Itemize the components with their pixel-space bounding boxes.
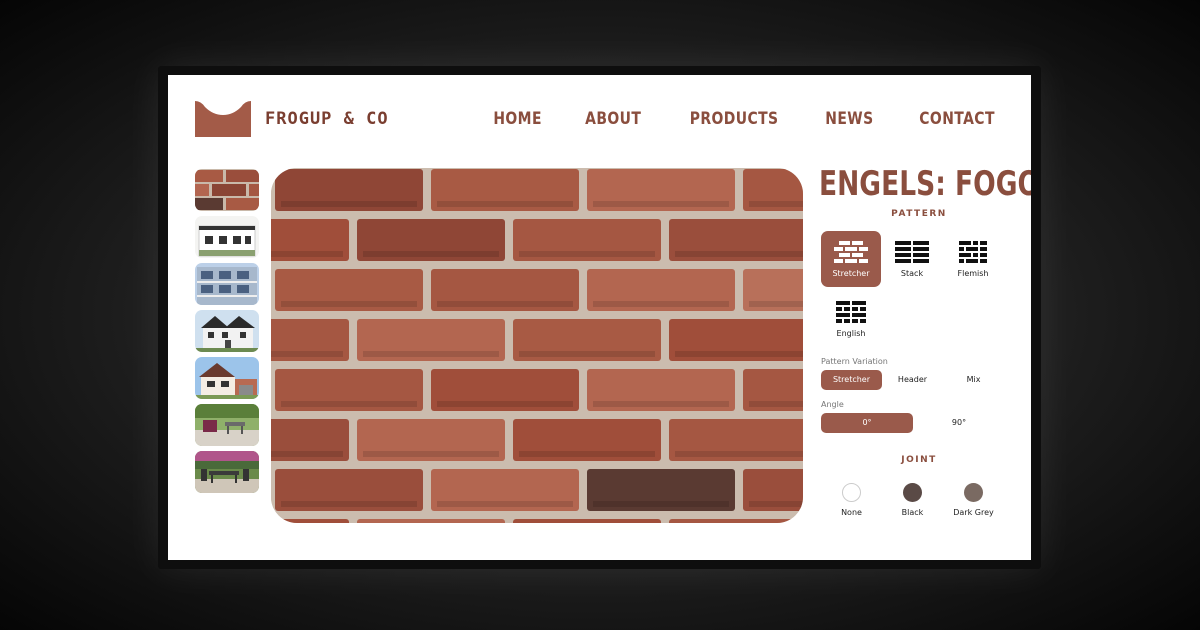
flemish-pattern-icon bbox=[959, 240, 987, 263]
nav-products[interactable]: PRODUCTS bbox=[689, 109, 778, 129]
stack-pattern-icon bbox=[895, 240, 929, 263]
brick-shadow bbox=[281, 501, 417, 507]
brick-shadow bbox=[437, 501, 573, 507]
angle-options: 0° 90° bbox=[821, 413, 1019, 433]
pattern-variation-label: Pattern Variation bbox=[821, 357, 888, 366]
brick-shadow bbox=[675, 351, 803, 357]
brick-shadow bbox=[675, 251, 803, 257]
variation-stretcher-button[interactable]: Stretcher bbox=[821, 370, 882, 390]
variation-header-button[interactable]: Header bbox=[882, 370, 943, 390]
brick-shadow bbox=[363, 251, 499, 257]
brick bbox=[357, 519, 505, 523]
angle-label: Angle bbox=[821, 400, 844, 409]
joint-options: None Black Dark Grey bbox=[821, 483, 1019, 517]
brick-shadow bbox=[437, 301, 573, 307]
joint-dark-grey-swatch bbox=[964, 483, 983, 502]
brick-shadow bbox=[593, 401, 729, 407]
pattern-stack-button[interactable]: Stack bbox=[882, 231, 942, 287]
product-title: ENGELS: FOGO bbox=[819, 164, 1031, 204]
joint-black-label: Black bbox=[901, 508, 924, 517]
brick-shadow bbox=[519, 351, 655, 357]
brick-shadow bbox=[363, 351, 499, 357]
thumbnail-apartment-block[interactable] bbox=[195, 263, 259, 305]
brand-logo[interactable]: FROGUP & CO bbox=[195, 101, 389, 137]
brick-shadow bbox=[281, 201, 417, 207]
pattern-flemish-button[interactable]: Flemish bbox=[943, 231, 1003, 287]
pattern-flemish-label: Flemish bbox=[957, 268, 989, 278]
brick-preview-image bbox=[271, 168, 803, 523]
brick-shadow bbox=[363, 451, 499, 457]
brick-shadow bbox=[519, 451, 655, 457]
joint-dark-grey-option[interactable]: Dark Grey bbox=[943, 483, 1004, 517]
pattern-variation-options: Stretcher Header Mix bbox=[821, 370, 1019, 390]
brick bbox=[271, 519, 349, 523]
pattern-stretcher-button[interactable]: Stretcher bbox=[821, 231, 881, 287]
brick-shadow bbox=[437, 401, 573, 407]
thumbnail-strip bbox=[195, 169, 259, 498]
joint-heading: JOINT bbox=[901, 455, 937, 465]
joint-none-swatch bbox=[842, 483, 861, 502]
brick-shadow bbox=[749, 301, 803, 307]
nav-about[interactable]: ABOUT bbox=[585, 109, 641, 129]
variation-mix-button[interactable]: Mix bbox=[943, 370, 1004, 390]
nav-contact[interactable]: CONTACT bbox=[919, 109, 995, 129]
brick-shadow bbox=[593, 201, 729, 207]
brick-shadow bbox=[593, 501, 729, 507]
joint-black-option[interactable]: Black bbox=[882, 483, 943, 517]
main-nav: HOME ABOUT PRODUCTS NEWS CONTACT bbox=[488, 109, 1003, 129]
backdrop: FROGUP & CO HOME ABOUT PRODUCTS NEWS CON… bbox=[0, 0, 1200, 630]
joint-black-swatch bbox=[903, 483, 922, 502]
thumbnail-garden-dining[interactable] bbox=[195, 451, 259, 493]
nav-home[interactable]: HOME bbox=[493, 109, 542, 129]
configurator-panel: ENGELS: FOGO PATTERN Stretcher Stack Fle… bbox=[819, 164, 1031, 517]
brick-shadow bbox=[749, 401, 803, 407]
stretcher-pattern-icon bbox=[834, 240, 868, 263]
pattern-stack-label: Stack bbox=[900, 268, 924, 278]
brick-shadow bbox=[593, 301, 729, 307]
brick bbox=[513, 519, 661, 523]
joint-none-label: None bbox=[841, 508, 862, 517]
thumbnail-white-building[interactable] bbox=[195, 216, 259, 258]
pattern-english-button[interactable]: English bbox=[821, 291, 881, 347]
brick-shadow bbox=[749, 201, 803, 207]
logo-mark-icon bbox=[195, 101, 251, 137]
pattern-heading: PATTERN bbox=[891, 209, 947, 219]
english-pattern-icon bbox=[836, 300, 866, 323]
angle-0-button[interactable]: 0° bbox=[821, 413, 913, 433]
brand-name: FROGUP & CO bbox=[265, 109, 389, 129]
nav-news[interactable]: NEWS bbox=[825, 109, 873, 129]
thumbnail-brick-texture[interactable] bbox=[195, 169, 259, 211]
brick-shadow bbox=[271, 251, 343, 257]
brick-shadow bbox=[519, 251, 655, 257]
pattern-english-label: English bbox=[836, 328, 866, 338]
thumbnail-patio[interactable] bbox=[195, 404, 259, 446]
brick-shadow bbox=[271, 451, 343, 457]
brick-shadow bbox=[281, 401, 417, 407]
brick-wall-render bbox=[271, 168, 803, 523]
brick-shadow bbox=[271, 351, 343, 357]
pattern-options: Stretcher Stack Flemish English bbox=[821, 231, 1019, 347]
pattern-stretcher-label: Stretcher bbox=[832, 268, 870, 278]
brick-shadow bbox=[675, 451, 803, 457]
website-screen: FROGUP & CO HOME ABOUT PRODUCTS NEWS CON… bbox=[168, 75, 1031, 560]
joint-none-option[interactable]: None bbox=[821, 483, 882, 517]
brick bbox=[669, 519, 803, 523]
joint-dark-grey-label: Dark Grey bbox=[953, 508, 994, 517]
brick-shadow bbox=[437, 201, 573, 207]
brick-shadow bbox=[281, 301, 417, 307]
angle-90-button[interactable]: 90° bbox=[913, 413, 1005, 433]
monitor-frame: FROGUP & CO HOME ABOUT PRODUCTS NEWS CON… bbox=[158, 66, 1041, 569]
brick-shadow bbox=[749, 501, 803, 507]
thumbnail-white-house[interactable] bbox=[195, 310, 259, 352]
thumbnail-tudor-house[interactable] bbox=[195, 357, 259, 399]
